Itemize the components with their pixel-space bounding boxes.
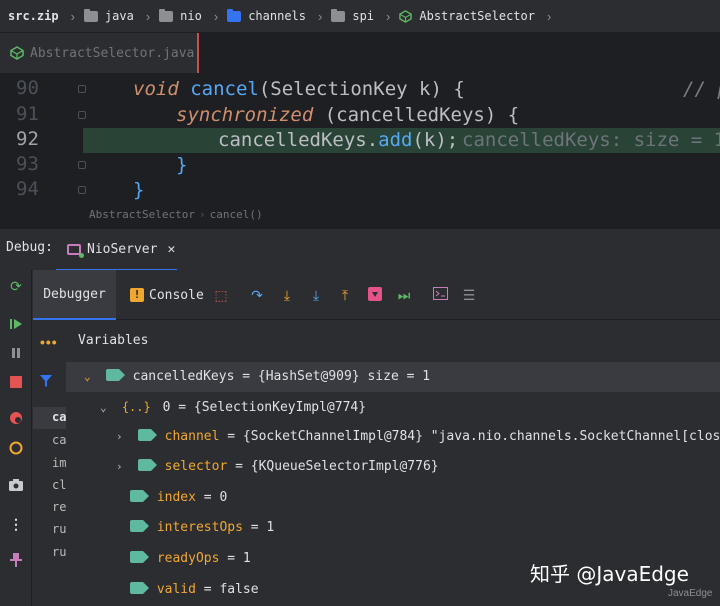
debug-panel: ⟳ ⋮ Debugger ! Console ⬚ ↷ ⤓ ⤓ ⤒ ⏭ ☰ ca …	[0, 270, 720, 606]
rerun-icon[interactable]: ⟳	[8, 278, 24, 294]
chevron-down-icon[interactable]: ⌄	[100, 393, 114, 423]
pin-icon[interactable]	[8, 552, 24, 568]
field-tag-icon	[130, 582, 149, 594]
inline-debug-value: cancelledKeys: size = 1	[462, 129, 720, 151]
force-step-into-icon[interactable]: ⤓	[308, 287, 324, 303]
stop-icon[interactable]	[8, 374, 24, 390]
code-line-92: cancelledKeys.add(k); cancelledKeys: siz…	[0, 128, 720, 153]
package-folder-icon	[227, 8, 242, 22]
chevron-right-icon: ›	[318, 8, 323, 24]
debug-sub-tabs: Debugger ! Console ⬚ ↷ ⤓ ⤓ ⤒ ⏭ ☰	[33, 270, 720, 320]
chevron-right-icon: ›	[145, 8, 151, 24]
variable-row-cancelledkeys[interactable]: ⌄ cancelledKeys = {HashSet@909} size = 1	[66, 362, 720, 392]
editor-breadcrumb: AbstractSelector › cancel()	[0, 208, 720, 228]
navigation-bar: src.zip › java › nio › channels › spi › …	[0, 0, 720, 33]
tab-console[interactable]: ! Console	[130, 270, 204, 320]
folder-icon	[331, 8, 346, 22]
code-line-94: }	[133, 179, 145, 201]
trace-settings-icon[interactable]: ☰	[461, 287, 477, 303]
frames-list: ca ca im cl re ru ru	[33, 320, 66, 606]
watermark-small: JavaEdge	[668, 588, 713, 599]
field-tag-icon	[137, 429, 157, 441]
variable-row-selector[interactable]: › selector = {KQueueSelectorImpl@776}	[66, 452, 720, 482]
field-tag-icon	[130, 520, 149, 532]
watermark: 知乎 @JavaEdge	[530, 562, 689, 586]
close-icon[interactable]: ✕	[167, 242, 175, 257]
variables-header: Variables	[66, 320, 720, 360]
debug-tool-window-header: Debug: NioServer ✕	[0, 228, 720, 271]
resume-icon[interactable]	[8, 316, 24, 332]
variable-row-interestops[interactable]: interestOps = 1	[66, 513, 720, 543]
chevron-right-icon: ›	[70, 8, 75, 24]
debug-side-toolbar: ⟳ ⋮	[0, 270, 32, 606]
variables-title: Variables	[78, 333, 149, 348]
field-tag-icon	[137, 459, 157, 471]
field-tag-icon	[130, 551, 149, 563]
debug-title: Debug:	[6, 240, 53, 255]
nav-item-channels[interactable]: channels	[227, 8, 306, 23]
chevron-right-icon[interactable]: ›	[116, 422, 130, 452]
frame-item[interactable]: im	[52, 456, 66, 470]
code-line-93: }	[176, 154, 188, 176]
variable-row-channel[interactable]: › channel = {SocketChannelImpl@784} "jav…	[66, 422, 720, 452]
filter-icon[interactable]	[40, 374, 52, 392]
editor-tab-bar: AbstractSelector.java	[0, 33, 720, 73]
pause-icon[interactable]	[8, 345, 24, 361]
chevron-right-icon[interactable]: ›	[116, 452, 130, 482]
frame-item[interactable]: ru	[52, 522, 66, 536]
chevron-right-icon: ›	[546, 8, 552, 24]
abstract-class-icon	[399, 9, 413, 23]
code-editor[interactable]: 90 91 92 93 94 void cancel(SelectionKey …	[0, 73, 720, 208]
frame-item[interactable]: ca	[52, 433, 66, 447]
editor-tab-abstractselector[interactable]: AbstractSelector.java	[0, 33, 199, 73]
code-line-91: synchronized (cancelledKeys) {	[176, 104, 520, 126]
variable-row-element-0[interactable]: ⌄ {..} 0 = {SelectionKeyImpl@774}	[66, 392, 720, 422]
debug-session-tab-nioserver[interactable]: NioServer ✕	[56, 229, 177, 271]
breadcrumb-class[interactable]: AbstractSelector	[89, 208, 195, 221]
chevron-right-icon: ›	[213, 8, 219, 24]
frames-options-icon[interactable]: •••	[40, 334, 58, 350]
console-warning-icon: !	[130, 288, 144, 302]
camera-icon[interactable]	[8, 477, 24, 493]
frame-item[interactable]: cl	[52, 478, 66, 492]
step-over-icon[interactable]: ↷	[249, 287, 265, 303]
frame-item[interactable]: ca	[52, 410, 66, 424]
variable-row-index[interactable]: index = 0	[66, 483, 720, 513]
folder-icon	[83, 8, 98, 22]
abstract-class-icon	[10, 46, 24, 60]
view-breakpoints-icon[interactable]	[8, 410, 24, 426]
show-execution-point-icon[interactable]: ⬚	[213, 287, 229, 303]
mute-breakpoints-icon[interactable]	[8, 440, 24, 456]
array-element-icon: {..}	[121, 400, 151, 414]
nav-item-java[interactable]: java	[83, 8, 134, 23]
drop-frame-icon[interactable]	[367, 287, 383, 303]
step-out-icon[interactable]: ⤒	[337, 287, 353, 303]
field-tag-icon	[130, 490, 149, 502]
nav-item-nio[interactable]: nio	[159, 8, 202, 23]
nav-item-abstractselector[interactable]: AbstractSelector	[399, 9, 535, 23]
frame-item[interactable]: ru	[52, 545, 66, 559]
run-config-icon	[67, 243, 84, 258]
code-line-90: void cancel(SelectionKey k) { // p	[133, 78, 720, 100]
breadcrumb-method[interactable]: cancel()	[210, 208, 263, 221]
tab-debugger[interactable]: Debugger	[33, 270, 116, 320]
more-options-icon[interactable]: ⋮	[8, 516, 24, 532]
field-tag-icon	[105, 369, 125, 381]
frame-item[interactable]: re	[52, 500, 66, 514]
folder-icon	[159, 8, 174, 22]
chevron-right-icon: ›	[386, 8, 391, 24]
step-into-icon[interactable]: ⤓	[279, 287, 295, 303]
editor-tab-label: AbstractSelector.java	[30, 45, 195, 61]
run-to-cursor-icon[interactable]: ⏭	[396, 287, 412, 303]
nav-item-src-zip[interactable]: src.zip	[8, 9, 59, 23]
chevron-down-icon[interactable]: ⌄	[84, 362, 98, 392]
evaluate-expression-icon[interactable]	[432, 287, 448, 303]
nav-item-spi[interactable]: spi	[331, 8, 374, 23]
